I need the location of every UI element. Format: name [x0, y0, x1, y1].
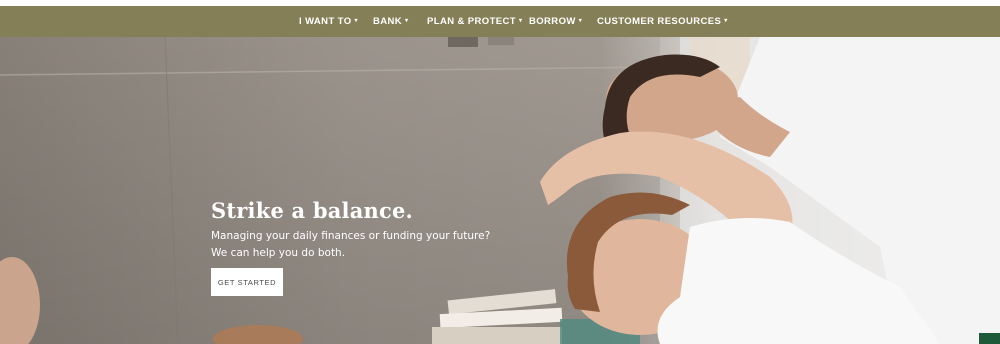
nav-label: I WANT TO [299, 16, 352, 27]
nav-label: PLAN & PROTECT [427, 16, 516, 27]
nav-item-plan-protect[interactable]: PLAN & PROTECT ▾ [427, 6, 522, 37]
main-navigation: I WANT TO ▾ BANK ▾ PLAN & PROTECT ▾ BORROW ▾… [0, 6, 1000, 37]
nav-item-i-want-to[interactable]: I WANT TO ▾ [299, 6, 358, 37]
caret-down-icon: ▾ [405, 18, 409, 24]
nav-item-customer-resources[interactable]: CUSTOMER RESOURCES ▾ [597, 6, 728, 37]
nav-item-borrow[interactable]: BORROW ▾ [529, 6, 582, 37]
caret-down-icon: ▾ [519, 18, 523, 24]
nav-label: CUSTOMER RESOURCES [597, 16, 722, 27]
corner-accent-tab [979, 333, 1000, 344]
nav-item-bank[interactable]: BANK ▾ [373, 6, 408, 37]
hero-banner: Strike a balance. Managing your daily fi… [0, 37, 1000, 344]
get-started-button[interactable]: GET STARTED [211, 268, 283, 296]
hero-subtext-line-1: Managing your daily finances or funding … [211, 230, 491, 242]
caret-down-icon: ▾ [578, 18, 583, 24]
hero-headline: Strike a balance. [211, 198, 414, 223]
caret-down-icon: ▾ [354, 18, 358, 24]
hero-photo-mother-daughter [0, 37, 1000, 344]
nav-label: BANK [373, 16, 403, 27]
hero-subtext-line-2: We can help you do both. [211, 247, 346, 259]
caret-down-icon: ▾ [724, 18, 728, 24]
nav-label: BORROW [529, 16, 576, 27]
